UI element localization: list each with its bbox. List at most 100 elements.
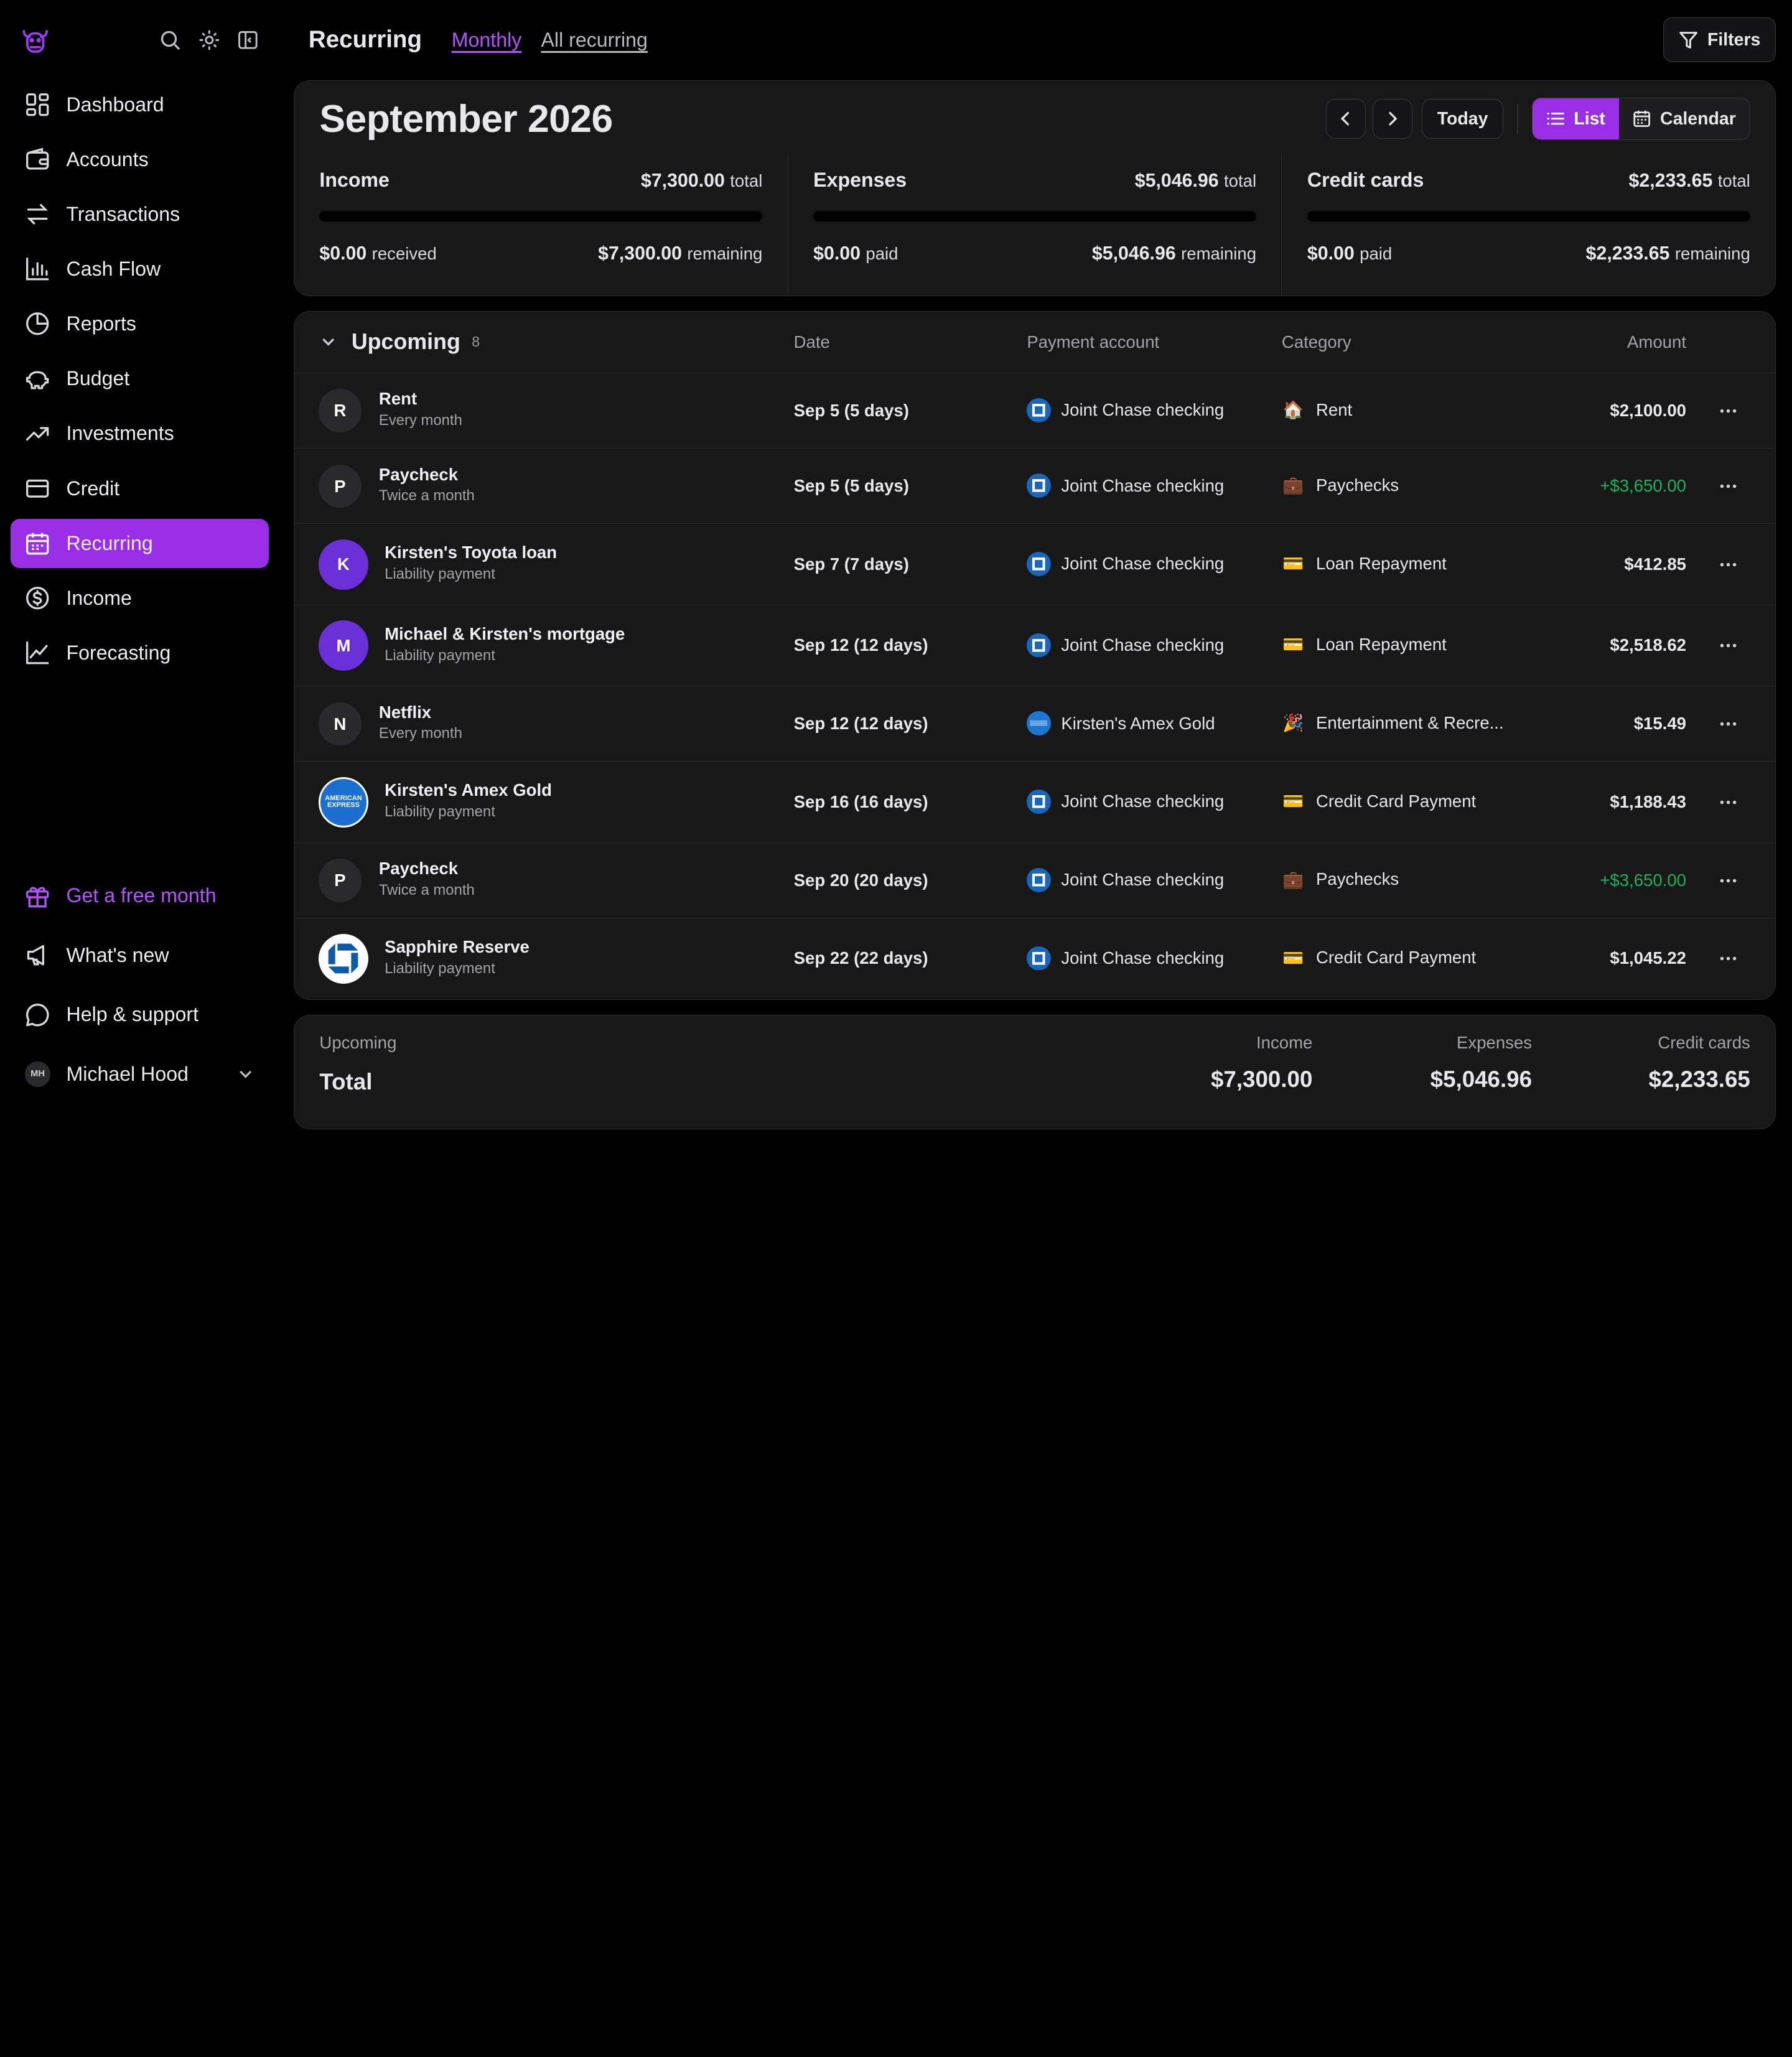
row-account[interactable]: Kirsten's Amex Gold	[1027, 711, 1215, 735]
table-row[interactable]: K Kirsten's Toyota loan Liability payment S…	[294, 524, 1776, 605]
table-row[interactable]: R Rent Every month Sep 5 (5 days) Joint Chas…	[294, 373, 1776, 449]
help-support-link[interactable]: Help & support	[11, 987, 269, 1042]
divider	[1517, 104, 1519, 134]
row-category[interactable]: 💳 Credit Card Payment	[1282, 790, 1476, 813]
category-emoji-icon: 💼	[1282, 475, 1304, 495]
more-options-icon[interactable]	[1718, 554, 1738, 575]
column-header-date[interactable]: Date	[794, 332, 830, 352]
row-account[interactable]: Joint Chase checking	[1027, 790, 1224, 814]
sidebar-item-cash-flow[interactable]: Cash Flow	[11, 245, 269, 294]
whats-new-link[interactable]: What's new	[11, 928, 269, 982]
sidebar-item-reports[interactable]: Reports	[11, 299, 269, 348]
more-options-icon[interactable]	[1718, 635, 1738, 656]
row-category[interactable]: 🏠 Rent	[1282, 398, 1352, 421]
whats-new-label: What's new	[66, 943, 169, 966]
row-amount: +$3,650.00	[1600, 870, 1686, 890]
row-amount: $2,100.00	[1610, 400, 1686, 420]
row-date: Sep 7 (7 days)	[793, 554, 909, 574]
upcoming-toggle[interactable]: Upcoming 8	[294, 329, 480, 355]
row-name: Rent	[378, 389, 418, 409]
income-stat: Income $7,300.00 total $0.00 received $7…	[294, 155, 788, 296]
tab-monthly[interactable]: Monthly	[452, 29, 522, 52]
row-account-label: Kirsten's Amex Gold	[1061, 713, 1215, 733]
table-row[interactable]: M Michael & Kirsten's mortgage Liability p…	[294, 605, 1776, 686]
app-root: Dashboard Accounts Transactions Cash Flo…	[0, 0, 1792, 1129]
sidebar-item-budget[interactable]: Budget	[11, 354, 269, 403]
table-row[interactable]: N Netflix Every month Sep 12 (12 days) Kirst…	[294, 686, 1776, 762]
dollar-circle-icon	[25, 585, 50, 610]
sidebar-item-forecasting[interactable]: Forecasting	[11, 628, 269, 678]
credit-cards-stat: Credit cards $2,233.65 total $0.00 paid …	[1281, 154, 1775, 296]
more-options-icon[interactable]	[1718, 401, 1738, 421]
next-month-button[interactable]	[1372, 98, 1413, 139]
more-options-icon[interactable]	[1718, 476, 1738, 497]
row-frequency: Liability payment	[385, 566, 495, 583]
row-account[interactable]: Joint Chase checking	[1027, 398, 1224, 422]
row-category-label: Paychecks	[1316, 869, 1399, 889]
chase-icon	[1027, 552, 1051, 576]
more-options-icon[interactable]	[1718, 714, 1738, 734]
list-view-button[interactable]: List	[1533, 98, 1619, 140]
sidebar-item-transactions[interactable]: Transactions	[11, 190, 269, 239]
user-menu[interactable]: MH Michael Hood	[11, 1047, 269, 1101]
row-account[interactable]: Joint Chase checking	[1027, 633, 1224, 658]
sidebar-item-credit[interactable]: Credit	[11, 464, 269, 513]
stat-label: Income	[319, 168, 390, 191]
row-category[interactable]: 💳 Credit Card Payment	[1282, 946, 1476, 969]
row-account[interactable]: Joint Chase checking	[1027, 473, 1224, 498]
table-row[interactable]: P Paycheck Twice a month Sep 5 (5 days) Join…	[294, 449, 1776, 525]
row-category[interactable]: 🎉 Entertainment & Recre...	[1282, 711, 1504, 734]
row-account[interactable]: Joint Chase checking	[1027, 867, 1224, 892]
row-category-label: Paychecks	[1316, 475, 1399, 495]
sidebar-nav: Dashboard Accounts Transactions Cash Flo…	[10, 80, 269, 678]
table-row[interactable]: Sapphire Reserve Liability payment Sep 22 …	[294, 918, 1775, 999]
gear-icon[interactable]	[198, 29, 221, 52]
row-amount: $1,188.43	[1610, 791, 1686, 811]
trend-up-icon	[25, 421, 50, 446]
row-category[interactable]: 💼 Paychecks	[1282, 473, 1399, 497]
row-date: Sep 12 (12 days)	[793, 635, 928, 655]
totals-credit-cards: Credit cards $2,233.65	[1648, 1032, 1750, 1092]
row-category-label: Loan Repayment	[1316, 634, 1447, 654]
more-options-icon[interactable]	[1718, 792, 1738, 813]
upcoming-count: 8	[472, 334, 480, 350]
collapse-sidebar-icon[interactable]	[236, 29, 259, 52]
more-options-icon[interactable]	[1718, 948, 1738, 969]
sidebar-item-accounts[interactable]: Accounts	[11, 135, 269, 184]
previous-month-button[interactable]	[1325, 98, 1366, 139]
column-header-amount[interactable]: Amount	[1627, 332, 1686, 352]
row-frequency: Twice a month	[378, 487, 475, 505]
sidebar-item-investments[interactable]: Investments	[11, 409, 269, 458]
search-icon[interactable]	[159, 29, 182, 52]
pie-chart-icon	[25, 311, 50, 336]
chase-icon	[1027, 398, 1051, 422]
table-row[interactable]: P Paycheck Twice a month Sep 20 (20 days) Jo…	[294, 843, 1776, 918]
category-emoji-icon: 💳	[1282, 554, 1304, 574]
tab-all-recurring[interactable]: All recurring	[541, 29, 648, 52]
calendar-view-button[interactable]: Calendar	[1618, 98, 1750, 140]
row-account[interactable]: Joint Chase checking	[1027, 946, 1224, 971]
free-month-link[interactable]: Get a free month	[11, 869, 269, 923]
row-category[interactable]: 💼 Paychecks	[1282, 868, 1399, 891]
filters-button[interactable]: Filters	[1663, 17, 1776, 63]
sidebar-item-income[interactable]: Income	[11, 574, 269, 623]
column-header-account[interactable]: Payment account	[1027, 332, 1159, 352]
more-options-icon[interactable]	[1718, 870, 1738, 891]
avatar: MH	[25, 1061, 50, 1087]
today-button[interactable]: Today	[1421, 98, 1504, 139]
sidebar-item-recurring[interactable]: Recurring	[10, 518, 269, 568]
row-name: Paycheck	[378, 464, 459, 484]
amex-logo-icon: AMERICAN EXPRESS	[318, 777, 369, 828]
category-emoji-icon: 💳	[1282, 791, 1304, 811]
row-account[interactable]: Joint Chase checking	[1027, 552, 1224, 576]
logo-icon[interactable]	[19, 24, 51, 56]
row-category[interactable]: 💳 Loan Repayment	[1282, 552, 1447, 575]
row-frequency: Liability payment	[385, 803, 495, 821]
row-category[interactable]: 💳 Loan Repayment	[1282, 633, 1447, 656]
free-month-label: Get a free month	[66, 884, 217, 907]
column-header-category[interactable]: Category	[1282, 332, 1351, 352]
table-row[interactable]: AMERICAN EXPRESS Kirsten's Amex Gold Liabi…	[294, 762, 1776, 843]
sidebar-item-dashboard[interactable]: Dashboard	[11, 80, 269, 129]
row-date: Sep 20 (20 days)	[793, 870, 928, 890]
sidebar-item-label: Cash Flow	[66, 257, 161, 280]
